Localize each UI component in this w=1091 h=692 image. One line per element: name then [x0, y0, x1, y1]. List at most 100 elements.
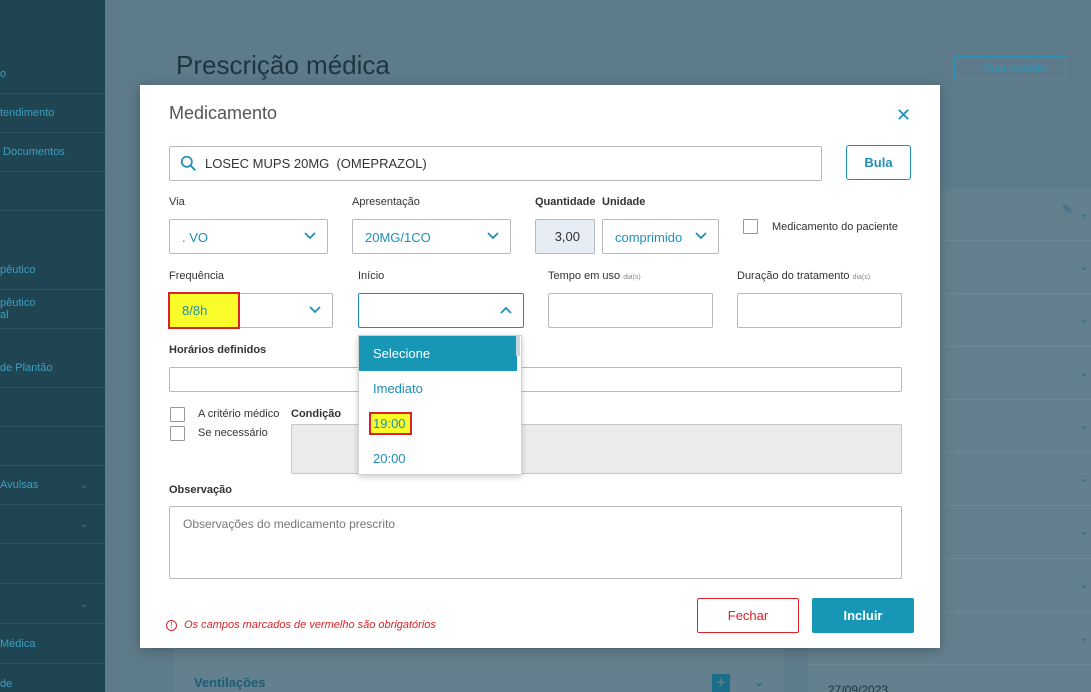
chevron-down-icon	[695, 232, 707, 240]
sidebar-item-label: Documentos	[0, 146, 65, 158]
medicamento-paciente-label: Medicamento do paciente	[772, 221, 898, 233]
condicao-label: Condição	[291, 408, 342, 420]
se-necessario-label: Se necessário	[198, 427, 268, 439]
bula-button[interactable]: Bula	[846, 145, 911, 180]
sidebar-item-label: de	[0, 678, 13, 690]
chevron-down-icon[interactable]: ⌄	[1079, 471, 1089, 485]
chevron-down-icon	[304, 232, 316, 240]
medicamento-modal: Medicamento ✕ Bula Via . VO Apresentação…	[140, 85, 940, 648]
sidebar-item[interactable]: Avulsas ⌄	[0, 466, 105, 505]
duracao-label: Duração do tratamento dia(s)	[737, 270, 870, 282]
ventilacoes-label: Ventilações	[194, 675, 266, 690]
incluir-button[interactable]: Incluir	[812, 598, 914, 633]
horarios-label: Horários definidos	[169, 344, 267, 356]
sidebar-item[interactable]: pêutico al	[0, 290, 105, 329]
sidebar-item-label: tendimento	[0, 107, 55, 119]
criterio-medico-checkbox[interactable]	[170, 407, 185, 422]
modal-title: Medicamento	[169, 103, 278, 123]
tempo-em-uso-text: Tempo em uso	[548, 270, 621, 282]
observacao-label: Observação	[169, 484, 232, 496]
chevron-down-icon[interactable]: ⌄	[1079, 259, 1089, 273]
via-select[interactable]: . VO	[169, 219, 328, 254]
sidebar-item[interactable]: o	[0, 55, 105, 94]
sidebar-item[interactable]: tendimento	[0, 94, 105, 133]
required-fields-note: ! Os campos marcados de vermelho são obr…	[166, 619, 436, 631]
horarios-input[interactable]	[169, 367, 902, 392]
search-input[interactable]	[205, 156, 805, 171]
sidebar-item[interactable]	[0, 388, 105, 427]
sidebar-item-label: Avulsas	[0, 479, 39, 491]
date-text: 27/09/2023	[828, 683, 889, 692]
sidebar-item[interactable]	[0, 545, 105, 584]
frequencia-label: Frequência	[169, 270, 225, 282]
frequencia-value: 8/8h	[168, 292, 240, 329]
inicio-dropdown: Selecione Imediato 19:00 20:00	[358, 335, 522, 475]
search-icon	[180, 155, 196, 171]
chevron-down-icon[interactable]: ⌄	[1079, 630, 1089, 644]
use-model-button[interactable]: + Usar modelo	[954, 56, 1066, 80]
chevron-up-icon	[500, 306, 512, 314]
sidebar: o tendimento Documentos pêutico pêutico al d…	[0, 0, 105, 692]
chevron-down-icon[interactable]: ⌄	[1079, 577, 1089, 591]
sidebar-item-label: pêutico	[0, 264, 36, 276]
apresentacao-value: 20MG/1CO	[365, 230, 431, 245]
unidade-value: comprimido	[615, 230, 683, 245]
close-icon[interactable]: ✕	[896, 105, 911, 126]
chevron-down-icon[interactable]: ⌄	[1079, 524, 1089, 538]
sidebar-item-label: Médica	[0, 638, 36, 650]
fechar-button[interactable]: Fechar	[697, 598, 799, 633]
via-label: Via	[169, 196, 185, 208]
tempo-em-uso-input[interactable]	[548, 293, 713, 328]
sidebar-item[interactable]: pêutico	[0, 251, 105, 290]
chevron-down-icon[interactable]: ⌄	[1079, 206, 1089, 220]
inicio-select[interactable]	[358, 293, 524, 328]
sidebar-item-label: de Plantão	[0, 362, 53, 374]
unidade-select[interactable]: comprimido	[602, 219, 719, 254]
sidebar-item[interactable]: ⌄	[0, 505, 105, 544]
sidebar-item[interactable]: de Plantão	[0, 349, 105, 388]
dropdown-scrollbar[interactable]	[516, 336, 520, 356]
frequencia-select[interactable]: 8/8h	[168, 292, 333, 329]
chevron-down-icon[interactable]: ⌄	[754, 675, 764, 689]
medicamento-paciente-checkbox[interactable]	[743, 219, 758, 234]
sidebar-item[interactable]: de	[0, 665, 105, 692]
dropdown-option[interactable]: Imediato	[359, 371, 517, 406]
duracao-text: Duração do tratamento	[737, 270, 850, 282]
chevron-down-icon[interactable]: ⌄	[1079, 365, 1089, 379]
chevron-down-icon[interactable]: ⌄	[80, 480, 88, 491]
duracao-unit: dia(s)	[852, 274, 871, 281]
chevron-down-icon	[487, 232, 499, 240]
observacao-textarea[interactable]: Observações do medicamento prescrito	[169, 506, 902, 579]
page-title: Prescrição médica	[176, 50, 390, 80]
dropdown-option[interactable]: 19:00	[359, 406, 517, 441]
chevron-down-icon[interactable]: ⌄	[1079, 418, 1089, 432]
duracao-input[interactable]	[737, 293, 902, 328]
chevron-down-icon[interactable]: ⌄	[1079, 312, 1089, 326]
dropdown-option[interactable]: Selecione	[359, 336, 517, 371]
chevron-down-icon[interactable]: ⌄	[80, 599, 88, 610]
medication-search[interactable]	[169, 146, 822, 181]
sidebar-item[interactable]: Documentos	[0, 133, 105, 172]
chevron-down-icon[interactable]: ⌄	[80, 519, 88, 530]
sidebar-item-label: o	[0, 68, 7, 80]
via-value: . VO	[182, 230, 209, 245]
se-necessario-checkbox[interactable]	[170, 426, 185, 441]
quantidade-input[interactable]: 3,00	[535, 219, 595, 254]
criterio-medico-label: A critério médico	[198, 408, 280, 420]
quantidade-label: Quantidade	[535, 196, 596, 208]
apresentacao-select[interactable]: 20MG/1CO	[352, 219, 511, 254]
sidebar-item[interactable]: ⌄	[0, 585, 105, 624]
tempo-em-uso-label: Tempo em uso dia(s)	[548, 270, 641, 282]
observacao-placeholder: Observações do medicamento prescrito	[183, 517, 396, 531]
chevron-down-icon	[309, 306, 321, 314]
add-icon[interactable]: +	[712, 674, 730, 692]
unidade-label: Unidade	[602, 196, 646, 208]
dropdown-option-label: 19:00	[369, 412, 412, 435]
dropdown-option[interactable]: 20:00	[359, 441, 517, 476]
sidebar-item[interactable]: Médica	[0, 625, 105, 664]
sidebar-item[interactable]	[0, 427, 105, 466]
apresentacao-label: Apresentação	[352, 196, 420, 208]
info-icon: !	[166, 619, 177, 631]
sidebar-item-label: pêutico al	[0, 297, 36, 321]
sidebar-item[interactable]	[0, 172, 105, 211]
